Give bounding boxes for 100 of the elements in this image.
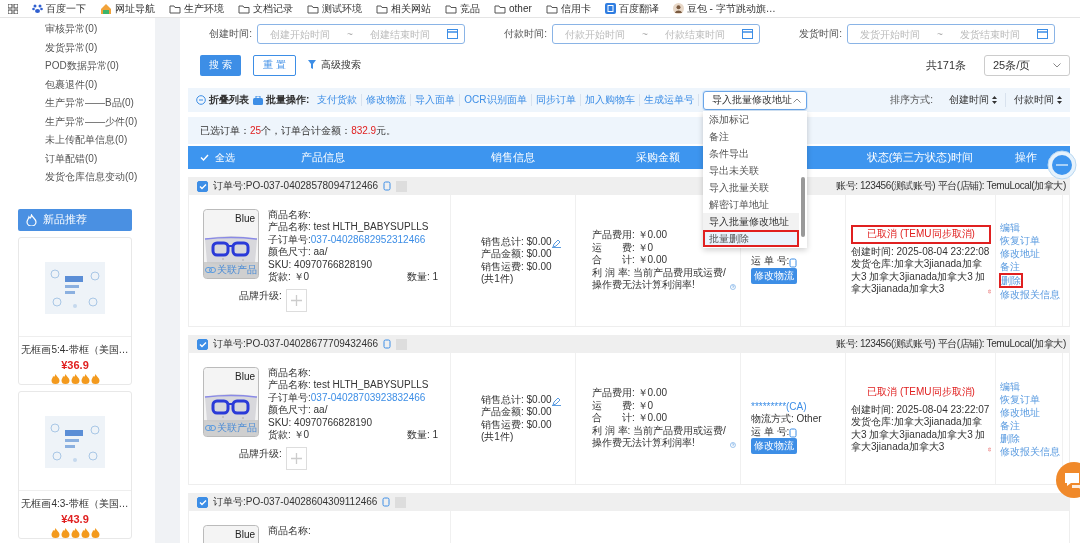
help-icon[interactable] <box>730 281 736 292</box>
sidebar-item[interactable]: 未上传配单信息(0) <box>0 131 155 150</box>
bookmark[interactable]: 百度一下 <box>32 1 86 16</box>
product-field: 产品名称: test HLTH_BABYSUPLLS <box>268 221 442 234</box>
range-separator: ~ <box>642 28 648 40</box>
purchase-field: 产品费用: ￥0.00 <box>592 387 668 400</box>
sidebar-item[interactable]: 发货仓库信息变动(0) <box>0 168 155 187</box>
order-number: 订单号:PO-037-04028604309112466 <box>213 495 378 509</box>
carrier-link[interactable]: *********(CA) <box>751 400 807 414</box>
order-number: 订单号:PO-037-04028677709432466 <box>213 337 379 351</box>
menu-item[interactable]: 解密订单地址 <box>702 195 799 213</box>
product-field: 货款: ￥0 <box>268 429 310 442</box>
bookmark[interactable]: 文档记录 <box>238 1 293 16</box>
sales-field: (共1件) <box>481 430 571 444</box>
logistics-field: 运 单 号: <box>751 255 790 268</box>
add-button[interactable] <box>285 447 307 471</box>
status-label: 已取消 (TEMU同步取消) <box>866 385 976 400</box>
scrollbar-thumb[interactable] <box>800 176 805 237</box>
advanced-search-link[interactable]: 高级搜索 <box>307 58 361 72</box>
range-separator: ~ <box>347 28 353 40</box>
fire-icon <box>90 373 100 384</box>
bookmark[interactable]: 相关网站 <box>376 1 431 16</box>
bookmark[interactable]: 网址导航 <box>100 1 155 16</box>
fire-icon <box>80 373 90 384</box>
calendar-icon <box>447 29 458 39</box>
folder-icon <box>545 3 558 14</box>
toolbox-icon <box>253 95 263 105</box>
add-button[interactable] <box>285 289 307 313</box>
sort-icon <box>992 96 997 104</box>
fire-icon <box>70 527 80 538</box>
sidebar-item[interactable]: 包裹退件(0) <box>0 75 155 94</box>
purchase-field: 运 费: ￥0 <box>592 241 654 255</box>
edit-icon[interactable] <box>551 397 561 407</box>
bookmark[interactable]: 竞品 <box>445 1 480 16</box>
product-card[interactable]: 无框画5:4-带框（美国… ¥36.9 <box>18 236 132 385</box>
bookmark[interactable]: 豆包 - 字节跳动旗… <box>672 1 776 16</box>
menu-item[interactable]: 导入批量关联 <box>702 178 799 196</box>
purchase-field: 产品费用: ￥0.00 <box>592 229 668 242</box>
avatar-icon <box>672 3 684 14</box>
apps-icon[interactable] <box>8 3 18 14</box>
checkbox[interactable] <box>197 338 208 350</box>
menu-item[interactable]: 导入批量修改地址 <box>702 212 799 230</box>
bookmark[interactable]: other <box>494 3 532 14</box>
link-icon <box>205 267 216 273</box>
purchase-field: 合 计: ￥0.00 <box>592 412 668 425</box>
sidebar-item[interactable]: POD数据异常(0) <box>0 57 155 76</box>
menu-item[interactable]: 导出未关联 <box>702 161 799 179</box>
product-title: 无框画5:4-带框（美国… <box>19 335 131 357</box>
edit-icon[interactable] <box>551 239 561 249</box>
sales-field: 销售运费: $0.00 <box>481 418 571 431</box>
house-icon <box>100 3 112 14</box>
sidebar-item[interactable]: 审核异常(0) <box>0 20 155 39</box>
sales-field: 产品金额: $0.00 <box>481 248 571 261</box>
sales-field: 产品金额: $0.00 <box>481 406 571 419</box>
assistant-icon[interactable] <box>1047 150 1077 180</box>
column-header: 销售信息 <box>490 150 535 165</box>
sub-order-link[interactable]: 037-04028703923832466 <box>310 391 426 403</box>
sales-field: 销售总计: $0.00 <box>481 393 552 407</box>
product-title: 无框画4:3-带框（美国… <box>19 489 131 511</box>
purchase-field: 利 润 率: 当前产品费用或运费/操作费无法计算利润率! <box>592 266 731 292</box>
bookmark[interactable]: 测试环境 <box>307 1 362 16</box>
sub-order-link[interactable]: 037-04028682952312466 <box>310 233 426 245</box>
fire-icon <box>90 527 100 538</box>
fire-icon <box>50 527 60 538</box>
folder-icon <box>307 3 319 14</box>
bookmark[interactable]: 生产环境 <box>169 1 224 16</box>
collapse-list-button[interactable]: 折叠列表 <box>196 93 249 107</box>
warehouse-info: 发货仓库:加拿大3jianada加拿大3 加拿大3jianada加拿大3 加拿大3jianada加拿大3 <box>851 416 986 454</box>
field-label: 发货时间: <box>798 27 842 41</box>
logistics-field: 运 单 号: <box>751 425 790 439</box>
checkbox[interactable] <box>197 180 208 192</box>
calendar-icon <box>1037 29 1048 39</box>
help-icon[interactable] <box>730 439 736 450</box>
bookmark[interactable]: 信用卡 <box>545 1 591 16</box>
menu-item[interactable]: 条件导出 <box>702 144 799 162</box>
warning-icon <box>987 444 991 454</box>
fire-icon <box>80 527 90 538</box>
sort-option[interactable]: 付款时间 <box>1005 93 1070 107</box>
menu-item[interactable]: 备注 <box>702 127 799 145</box>
folder-icon <box>169 3 181 14</box>
sidebar-item[interactable]: 订单配错(0) <box>0 149 155 168</box>
end-date-field[interactable]: 发货结束时间 <box>953 28 1026 40</box>
field-label: 品牌升级: <box>239 447 282 462</box>
product-card[interactable]: 无框画4:3-带框（美国… ¥43.9 <box>18 390 132 539</box>
sales-field: 销售运费: $0.00 <box>481 260 571 273</box>
menu-item[interactable]: 添加标记 <box>702 110 799 128</box>
sidebar-item[interactable]: 发货异常(0) <box>0 38 155 57</box>
column-header: 状态(第三方状态)时间 <box>866 150 974 165</box>
sort-option[interactable]: 创建时间 <box>941 93 1005 107</box>
product-field: 子订单号: <box>268 391 311 403</box>
sidebar-item[interactable]: 生产异常——少件(0) <box>0 112 155 131</box>
page-size-select[interactable]: 25条/页 <box>984 54 1070 76</box>
sales-field: 销售总计: $0.00 <box>481 235 552 249</box>
start-date-field[interactable]: 发货开始时间 <box>854 28 926 40</box>
folder-icon <box>376 3 388 14</box>
sales-field: (共1件) <box>481 272 571 286</box>
bookmark[interactable]: 百度翻译 <box>604 1 659 16</box>
sidebar-item[interactable]: 生产异常——B品(0) <box>0 94 155 113</box>
reset-button[interactable]: 重 置 <box>252 54 296 76</box>
checkbox[interactable] <box>197 496 208 508</box>
